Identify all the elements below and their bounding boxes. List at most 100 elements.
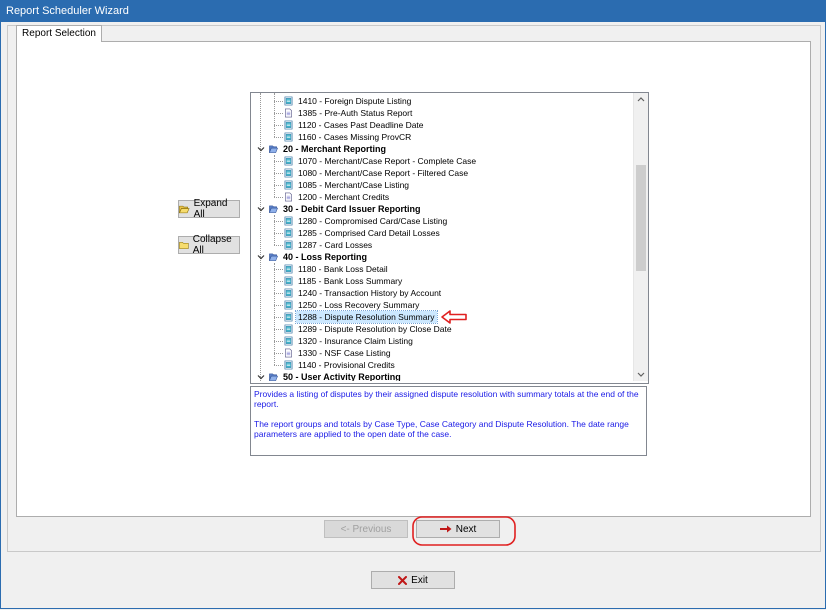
tree-report-label: 1160 - Cases Missing ProvCR — [298, 132, 412, 142]
chevron-down-icon[interactable] — [257, 205, 265, 213]
tree-report-row[interactable]: 1200 - Merchant Credits — [251, 191, 633, 203]
tree-report-label: 1250 - Loss Recovery Summary — [298, 300, 420, 310]
tree-connector — [274, 317, 283, 318]
report-scheduled-icon — [284, 240, 293, 250]
tree-connector — [274, 113, 283, 114]
tree-connector — [274, 329, 283, 330]
tree-report-row[interactable]: 1160 - Cases Missing ProvCR — [251, 131, 633, 143]
report-scheduled-icon — [284, 168, 293, 178]
tree-connector — [274, 173, 283, 174]
tree-report-row[interactable]: 1385 - Pre-Auth Status Report — [251, 107, 633, 119]
report-scheduled-icon — [284, 312, 293, 322]
tree-report-row[interactable]: 1080 - Merchant/Case Report - Filtered C… — [251, 167, 633, 179]
report-scheduled-icon — [284, 360, 293, 370]
tree-report-label: 1140 - Provisional Credits — [298, 360, 395, 370]
tree-report-label: 1240 - Transaction History by Account — [298, 288, 442, 298]
report-scheduled-icon — [284, 336, 293, 346]
tree-report-label: 1285 - Comprised Card Detail Losses — [298, 228, 440, 238]
tree-report-row[interactable]: 1330 - NSF Case Listing — [251, 347, 633, 359]
tree-report-label: 1185 - Bank Loss Summary — [298, 276, 403, 286]
scroll-up-icon[interactable] — [637, 96, 645, 102]
tree-connector — [274, 353, 283, 354]
tree-report-row[interactable]: 1140 - Provisional Credits — [251, 359, 633, 371]
report-scheduled-icon — [284, 132, 293, 142]
tree-report-label: 1288 - Dispute Resolution Summary — [295, 310, 438, 324]
exit-label: Exit — [411, 574, 428, 586]
tree-report-row[interactable]: 1280 - Compromised Card/Case Listing — [251, 215, 633, 227]
tree-group-row[interactable]: 20 - Merchant Reporting — [251, 143, 633, 155]
scroll-down-icon[interactable] — [637, 372, 645, 378]
collapse-all-button[interactable]: Collapse All — [178, 234, 240, 256]
folder-closed-icon — [179, 241, 189, 249]
chevron-down-icon[interactable] — [257, 145, 265, 153]
tree-report-label: 1200 - Merchant Credits — [298, 192, 390, 202]
report-scheduled-icon — [284, 324, 293, 334]
tree-report-row[interactable]: 1185 - Bank Loss Summary — [251, 275, 633, 287]
tree-report-row[interactable]: 1120 - Cases Past Deadline Date — [251, 119, 633, 131]
tree-report-row[interactable]: 1320 - Insurance Claim Listing — [251, 335, 633, 347]
tree-report-label: 1385 - Pre-Auth Status Report — [298, 108, 413, 118]
report-tree-items: 1410 - Foreign Dispute Listing 1385 - Pre… — [251, 93, 633, 381]
report-scheduled-icon — [284, 264, 293, 274]
window-title: Report Scheduler Wizard — [6, 5, 129, 17]
description-paragraph: Provides a listing of disputes by their … — [254, 389, 639, 409]
tree-connector — [274, 269, 283, 270]
report-scheduled-icon — [284, 156, 293, 166]
report-doc-icon — [285, 108, 292, 118]
expand-all-button[interactable]: Expand All — [178, 198, 240, 220]
report-doc-icon — [285, 348, 292, 358]
tree-group-label: 30 - Debit Card Issuer Reporting — [283, 204, 421, 214]
tree-connector — [274, 221, 283, 222]
report-scheduled-icon — [284, 228, 293, 238]
folder-open-icon — [269, 205, 278, 213]
title-bar[interactable]: Report Scheduler Wizard — [0, 0, 826, 22]
tree-report-row[interactable]: 1287 - Card Losses — [251, 239, 633, 251]
chevron-down-icon[interactable] — [257, 373, 265, 381]
folder-open-icon — [269, 373, 278, 381]
annotation-highlight-icon — [412, 516, 516, 546]
tree-connector — [274, 197, 283, 198]
report-description: Provides a listing of disputes by their … — [250, 386, 647, 456]
description-paragraph: The report groups and totals by Case Typ… — [254, 419, 629, 439]
tree-connector — [274, 293, 283, 294]
tree-connector — [274, 137, 283, 138]
exit-button[interactable]: Exit — [371, 571, 455, 589]
tree-report-label: 1289 - Dispute Resolution by Close Date — [298, 324, 452, 334]
tree-connector — [274, 101, 283, 102]
report-doc-icon — [285, 192, 292, 202]
folder-open-icon — [179, 205, 190, 213]
folder-open-icon — [269, 253, 278, 261]
tab-report-selection[interactable]: Report Selection — [16, 25, 102, 42]
previous-label: <- Previous — [340, 523, 392, 535]
report-scheduled-icon — [284, 300, 293, 310]
tree-scrollbar[interactable] — [633, 93, 648, 381]
chevron-down-icon[interactable] — [257, 253, 265, 261]
tree-report-row[interactable]: 1085 - Merchant/Case Listing — [251, 179, 633, 191]
tree-group-row[interactable]: 40 - Loss Reporting — [251, 251, 633, 263]
tree-group-label: 50 - User Activity Reporting — [283, 372, 401, 381]
report-scheduled-icon — [284, 216, 293, 226]
previous-button[interactable]: <- Previous — [324, 520, 408, 538]
tree-report-row[interactable]: 1285 - Comprised Card Detail Losses — [251, 227, 633, 239]
report-scheduled-icon — [284, 276, 293, 286]
tree-report-row[interactable]: 1240 - Transaction History by Account — [251, 287, 633, 299]
tree-report-row[interactable]: 1410 - Foreign Dispute Listing — [251, 95, 633, 107]
tree-report-label: 1320 - Insurance Claim Listing — [298, 336, 413, 346]
annotation-arrow-icon — [441, 310, 467, 324]
tree-connector — [274, 365, 283, 366]
report-tree[interactable]: 1410 - Foreign Dispute Listing 1385 - Pre… — [250, 92, 649, 384]
tree-group-row[interactable]: 50 - User Activity Reporting — [251, 371, 633, 381]
tree-connector — [274, 125, 283, 126]
tree-report-row[interactable]: 1180 - Bank Loss Detail — [251, 263, 633, 275]
tree-group-row[interactable]: 30 - Debit Card Issuer Reporting — [251, 203, 633, 215]
tree-branch-connector — [274, 93, 275, 137]
expand-all-label: Expand All — [193, 198, 228, 220]
scroll-thumb[interactable] — [636, 165, 646, 271]
report-scheduled-icon — [284, 96, 293, 106]
tree-report-row[interactable]: 1070 - Merchant/Case Report - Complete C… — [251, 155, 633, 167]
tree-report-label: 1070 - Merchant/Case Report - Complete C… — [298, 156, 477, 166]
tree-branch-connector — [274, 155, 275, 197]
tree-connector — [274, 281, 283, 282]
tree-report-label: 1287 - Card Losses — [298, 240, 373, 250]
tree-connector — [274, 161, 283, 162]
